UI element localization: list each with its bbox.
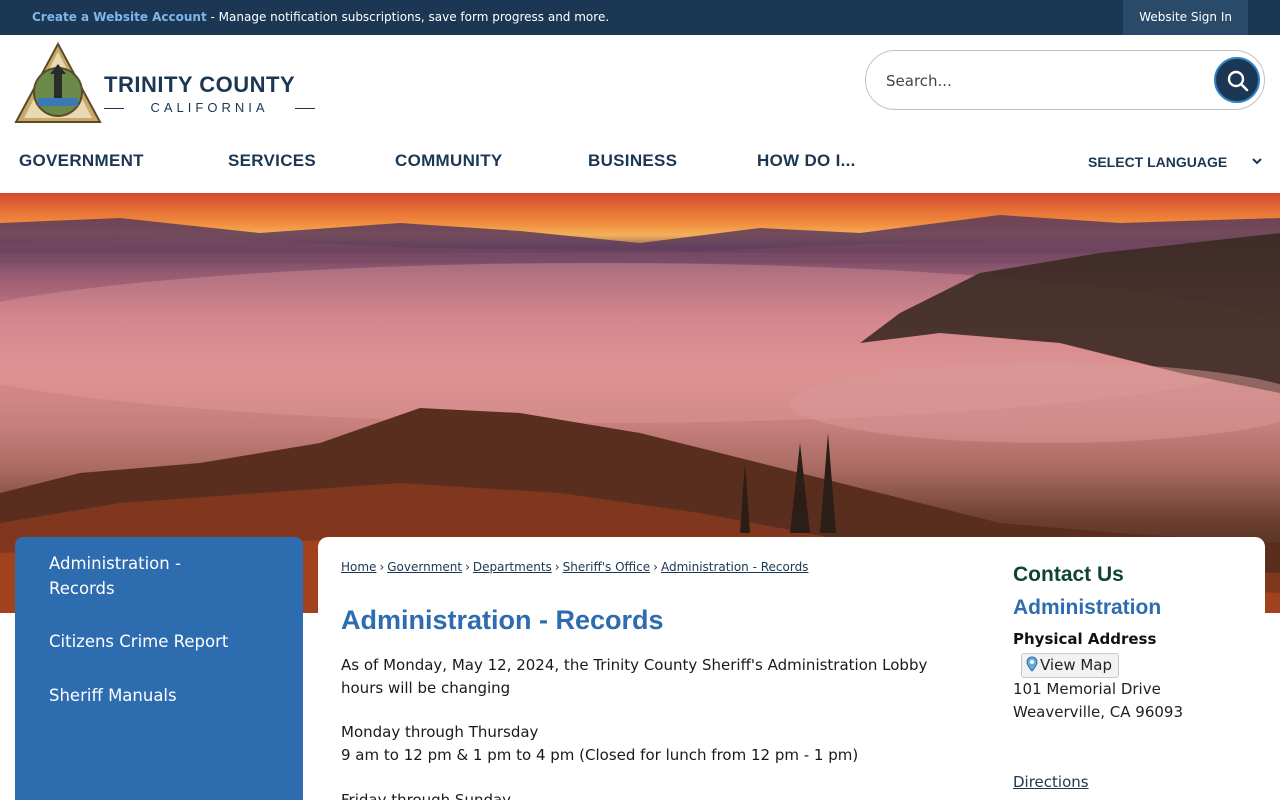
address-line-1: 101 Memorial Drive bbox=[1013, 680, 1161, 698]
search-box bbox=[865, 50, 1265, 110]
sidebar-item-sheriff-manuals[interactable]: Sheriff Manuals bbox=[49, 683, 177, 708]
breadcrumb-government[interactable]: Government bbox=[387, 560, 462, 574]
hours-days-1: Monday through Thursday bbox=[341, 723, 539, 741]
breadcrumb-home[interactable]: Home bbox=[341, 560, 376, 574]
contact-heading: Contact Us bbox=[1013, 563, 1124, 586]
nav-how-do-i[interactable]: HOW DO I... bbox=[757, 151, 856, 171]
county-seal-icon bbox=[14, 42, 102, 123]
view-map-button[interactable]: View Map bbox=[1021, 653, 1120, 678]
chevron-down-icon[interactable] bbox=[1250, 154, 1264, 168]
sidebar-item-citizens-crime-report[interactable]: Citizens Crime Report bbox=[49, 629, 228, 654]
language-select[interactable]: SELECT LANGUAGE bbox=[1088, 154, 1227, 170]
county-name: TRINITY COUNTY bbox=[104, 72, 296, 97]
physical-address-label: Physical Address bbox=[1013, 630, 1157, 648]
state-name: CALIFORNIA bbox=[104, 100, 315, 115]
create-account-link[interactable]: Create a Website Account bbox=[32, 10, 207, 24]
site-header: TRINITY COUNTY CALIFORNIA GOVERNMENT SER… bbox=[0, 35, 1280, 193]
hours-times-1: 9 am to 12 pm & 1 pm to 4 pm (Closed for… bbox=[341, 746, 859, 764]
directions-link[interactable]: Directions bbox=[1013, 773, 1089, 791]
contact-us-panel: Contact Us Administration Physical Addre… bbox=[1013, 563, 1253, 791]
account-message-text: - Manage notification subscriptions, sav… bbox=[206, 10, 610, 24]
search-input[interactable] bbox=[886, 69, 1186, 93]
sidebar-item-administration-records[interactable]: Administration - Records bbox=[49, 551, 229, 601]
sidebar-menu: Administration - Records Citizens Crime … bbox=[15, 537, 303, 800]
breadcrumb-departments[interactable]: Departments bbox=[473, 560, 552, 574]
page-title: Administration - Records bbox=[341, 605, 664, 635]
address-block: 101 Memorial Drive Weaverville, CA 96093 bbox=[1013, 678, 1183, 724]
hours-days-2: Friday through Sunday bbox=[341, 791, 512, 800]
top-bar: Create a Website Account - Manage notifi… bbox=[0, 0, 1280, 35]
sign-in-button[interactable]: Website Sign In bbox=[1123, 0, 1248, 35]
breadcrumb-sheriffs-office[interactable]: Sheriff's Office bbox=[563, 560, 651, 574]
breadcrumb-current[interactable]: Administration - Records bbox=[661, 560, 808, 574]
site-logo[interactable]: TRINITY COUNTY CALIFORNIA bbox=[14, 42, 315, 124]
search-button[interactable] bbox=[1214, 57, 1260, 103]
nav-government[interactable]: GOVERNMENT bbox=[19, 151, 144, 171]
content-panel: Home › Government › Departments › Sheriff's Of… bbox=[318, 537, 1265, 800]
search-icon bbox=[1227, 70, 1249, 92]
breadcrumb: Home › Government › Departments › Sheriff's Of… bbox=[341, 560, 809, 574]
nav-business[interactable]: BUSINESS bbox=[588, 151, 677, 171]
view-map-label: View Map bbox=[1040, 656, 1113, 674]
nav-community[interactable]: COMMUNITY bbox=[395, 151, 503, 171]
announcement-text: As of Monday, May 12, 2024, the Trinity … bbox=[341, 656, 928, 697]
nav-services[interactable]: SERVICES bbox=[228, 151, 316, 171]
contact-department: Administration bbox=[1013, 596, 1162, 619]
account-message: Create a Website Account - Manage notifi… bbox=[32, 10, 609, 24]
map-pin-icon bbox=[1026, 656, 1038, 672]
address-line-2: Weaverville, CA 96093 bbox=[1013, 703, 1184, 721]
